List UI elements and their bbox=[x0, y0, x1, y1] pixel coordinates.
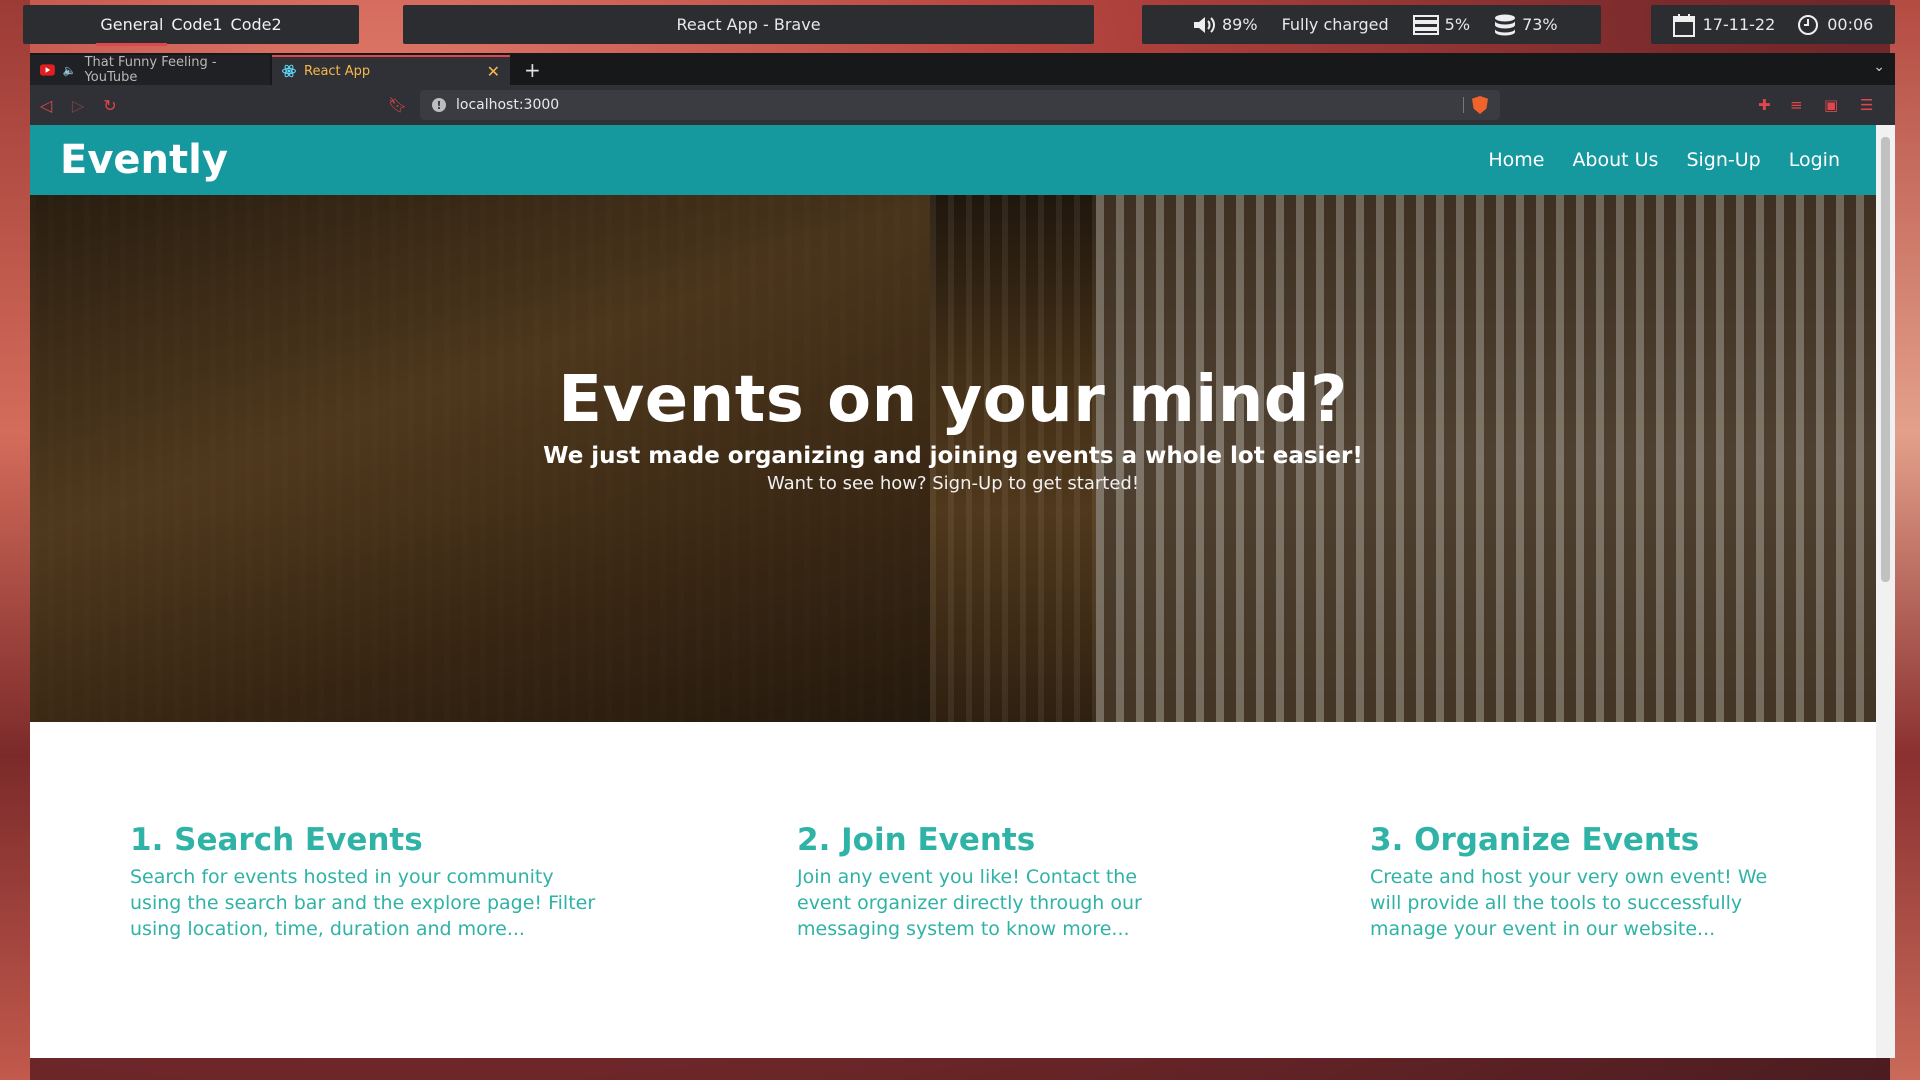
feature-text: Search for events hosted in your communi… bbox=[130, 866, 596, 940]
wallet-icon[interactable]: ▣ bbox=[1824, 96, 1838, 114]
desktop-wallpaper-left bbox=[0, 0, 30, 1080]
disk-indicator: 73% bbox=[1494, 14, 1558, 36]
clock-icon bbox=[1798, 14, 1819, 35]
window-title-panel: React App - Brave bbox=[403, 5, 1094, 44]
clock-panel: 17-11-22 00:06 bbox=[1651, 5, 1895, 44]
site-navbar: Evently Home About Us Sign-Up Login bbox=[30, 125, 1876, 195]
speaker-icon: 🔈 bbox=[62, 63, 77, 77]
database-icon bbox=[1495, 14, 1516, 35]
workspace-panel: General Code1 Code2 bbox=[23, 5, 359, 46]
hero-subtitle: We just made organizing and joining even… bbox=[543, 443, 1363, 469]
reload-button[interactable]: ↻ bbox=[94, 96, 126, 115]
battery-status: Fully charged bbox=[1281, 15, 1389, 34]
nav-about-us[interactable]: About Us bbox=[1572, 149, 1658, 171]
feature-text: Join any event you like! Contact the eve… bbox=[797, 866, 1142, 940]
date-indicator[interactable]: 17-11-22 bbox=[1672, 13, 1776, 37]
tab-title: React App bbox=[304, 63, 371, 79]
disk-value: 73% bbox=[1522, 15, 1558, 34]
browser-window: 🔈 That Funny Feeling - YouTube React App… bbox=[30, 53, 1895, 1058]
volume-indicator[interactable]: 89% bbox=[1192, 15, 1258, 35]
forward-button[interactable]: ▷ bbox=[62, 96, 94, 115]
page-scrollbar[interactable] bbox=[1876, 125, 1895, 1058]
nav-links: Home About Us Sign-Up Login bbox=[1488, 125, 1840, 195]
chevron-down-icon[interactable]: ⌄ bbox=[1873, 59, 1885, 75]
nav-home[interactable]: Home bbox=[1488, 149, 1544, 171]
tab-title: That Funny Feeling - YouTube bbox=[84, 55, 217, 85]
nav-sign-up[interactable]: Sign-Up bbox=[1686, 149, 1760, 171]
date-value: 17-11-22 bbox=[1702, 15, 1776, 34]
memory-value: 5% bbox=[1444, 15, 1471, 34]
time-value: 00:06 bbox=[1827, 15, 1874, 34]
memory-icon bbox=[1412, 14, 1439, 35]
close-tab-icon[interactable]: ✕ bbox=[487, 62, 500, 81]
feature-organize-events: 3. Organize Events Create and host your … bbox=[1370, 822, 1790, 942]
youtube-icon bbox=[40, 64, 55, 76]
window-title: React App - Brave bbox=[676, 15, 821, 34]
brave-shields-icon[interactable] bbox=[1472, 96, 1488, 114]
site-info-icon[interactable]: ! bbox=[432, 98, 446, 112]
calendar-icon bbox=[1672, 13, 1695, 37]
feature-title: 3. Organize Events bbox=[1370, 822, 1700, 858]
memory-indicator: 5% bbox=[1412, 14, 1471, 35]
feature-join-events: 2. Join Events Join any event you like! … bbox=[797, 822, 1177, 942]
bookmark-icon[interactable]: 🔖︎ bbox=[388, 96, 407, 114]
hero-tagline: Want to see how? Sign-Up to get started! bbox=[766, 473, 1140, 494]
volume-value: 89% bbox=[1222, 15, 1258, 34]
hero-section: Events on your mind? We just made organi… bbox=[30, 195, 1876, 722]
tab-bar: 🔈 That Funny Feeling - YouTube React App… bbox=[30, 53, 1895, 85]
feature-title: 2. Join Events bbox=[797, 822, 1036, 858]
divider bbox=[1463, 97, 1464, 113]
features-section: 1. Search Events Search for events hoste… bbox=[30, 722, 1876, 1058]
speaker-icon bbox=[1194, 16, 1215, 33]
time-indicator[interactable]: 00:06 bbox=[1797, 14, 1873, 36]
back-button[interactable]: ◁ bbox=[30, 96, 62, 115]
nav-login[interactable]: Login bbox=[1789, 149, 1840, 171]
workspace-code1[interactable]: Code1 bbox=[171, 15, 222, 34]
scrollbar-thumb[interactable] bbox=[1881, 137, 1890, 582]
browser-toolbar: ◁ ▷ ↻ 🔖︎ ! localhost:3000 ✚ ≡ ▣ ☰ bbox=[30, 85, 1895, 125]
tab-youtube[interactable]: 🔈 That Funny Feeling - YouTube bbox=[30, 55, 270, 85]
new-tab-button[interactable]: + bbox=[512, 55, 553, 85]
workspace-code2[interactable]: Code2 bbox=[231, 15, 282, 34]
feature-search-events: 1. Search Events Search for events hoste… bbox=[130, 822, 610, 942]
menu-icon[interactable]: ☰ bbox=[1860, 96, 1873, 114]
site-brand[interactable]: Evently bbox=[60, 137, 228, 183]
url-text: localhost:3000 bbox=[456, 97, 560, 113]
address-bar[interactable]: ! localhost:3000 bbox=[420, 90, 1500, 120]
hero-title: Events on your mind? bbox=[558, 363, 1348, 437]
react-icon bbox=[282, 64, 296, 78]
workspace-general[interactable]: General bbox=[96, 15, 168, 46]
feature-text: Create and host your very own event! We … bbox=[1370, 866, 1768, 940]
media-queue-icon[interactable]: ≡ bbox=[1790, 96, 1803, 114]
hero-text: Events on your mind? We just made organi… bbox=[30, 363, 1876, 494]
status-panel: 89% Fully charged 5% 73% bbox=[1142, 5, 1601, 44]
battery-indicator: Fully charged bbox=[1282, 15, 1389, 34]
feature-title: 1. Search Events bbox=[130, 822, 423, 858]
web-page: Evently Home About Us Sign-Up Login Even… bbox=[30, 125, 1876, 1058]
extensions-icon[interactable]: ✚ bbox=[1758, 96, 1771, 114]
tab-react-app[interactable]: React App ✕ bbox=[272, 55, 510, 85]
